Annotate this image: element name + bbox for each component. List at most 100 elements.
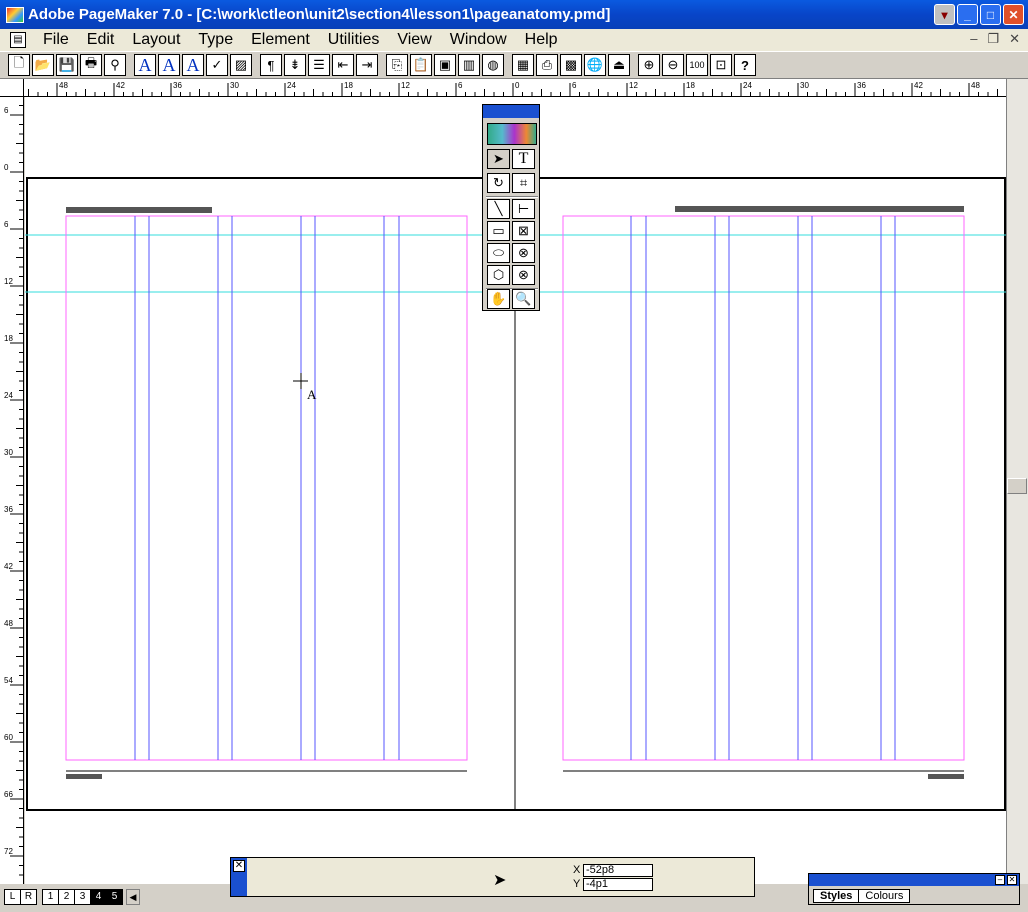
vertical-scroll-thumb[interactable] [1007,478,1027,494]
html-icon[interactable]: ▩ [560,54,582,76]
menu-window[interactable]: Window [441,31,516,49]
text-wrap-icon[interactable]: ⇟ [284,54,306,76]
paste-icon[interactable]: 📋 [410,54,432,76]
palette-close-icon[interactable]: ✕ [1007,875,1017,885]
fill-icon[interactable]: ▨ [230,54,252,76]
rectangle-frame-tool-icon[interactable]: ⊠ [512,221,535,241]
adobe-logo-icon[interactable] [487,123,537,145]
ruler-label: 24 [743,81,752,90]
ruler-label: 12 [4,277,13,286]
pointer-tool-icon[interactable]: ➤ [487,149,510,169]
ruler-label: 0 [4,163,9,172]
increase-indent-icon[interactable]: ⇥ [356,54,378,76]
palette-minimize-icon[interactable]: – [995,875,1005,885]
menu-type[interactable]: Type [189,31,242,49]
ruler-label: 42 [116,81,125,90]
tab-styles[interactable]: Styles [813,889,860,903]
zoom-out-icon[interactable]: ⊖ [662,54,684,76]
crop-tool-icon[interactable]: ⌗ [512,173,535,193]
page-icon-5[interactable]: 5 [106,889,123,905]
page-icon-4[interactable]: 4 [90,889,107,905]
font-icon[interactable]: A [134,54,156,76]
print-icon[interactable]: 🖶 [80,54,102,76]
menu-layout[interactable]: Layout [123,31,189,49]
menu-view[interactable]: View [388,31,440,49]
page-icon-2[interactable]: 2 [58,889,75,905]
menu-edit[interactable]: Edit [78,31,124,49]
horizontal-ruler[interactable]: 48 42 36 30 24 18 12 6 0 6 12 18 24 30 36 42 48 [24,79,1006,97]
ruler-label: 6 [458,81,463,90]
page-icon-1[interactable]: 1 [42,889,59,905]
rotate-tool-icon[interactable]: ↻ [487,173,510,193]
zoom-tool-icon[interactable]: 🔍 [512,289,535,309]
control-palette-close-icon[interactable]: ✕ [233,860,245,872]
ruler-label: 12 [401,81,410,90]
minimize-button[interactable]: _ [957,4,978,25]
actual-size-icon[interactable]: 100 [686,54,708,76]
ellipse-frame-tool-icon[interactable]: ⊗ [512,243,535,263]
polygon-tool-icon[interactable]: ⬡ [487,265,510,285]
document-icon[interactable]: ▤ [10,32,26,48]
zoom-in-icon[interactable]: ⊕ [638,54,660,76]
menu-help[interactable]: Help [516,31,567,49]
ruler-label: 36 [857,81,866,90]
save-icon[interactable]: 💾 [56,54,78,76]
toolbox-titlebar[interactable] [483,105,539,118]
ruler-label: 30 [4,448,13,457]
globe-icon[interactable]: 🌐 [584,54,606,76]
doc-close-icon[interactable]: ✕ [1009,31,1020,47]
constrained-line-tool-icon[interactable]: ⊢ [512,199,535,219]
doc-restore-icon[interactable]: ❐ [987,31,999,47]
polygon-frame-tool-icon[interactable]: ⊗ [512,265,535,285]
x-position-field[interactable]: -52p8 [583,864,653,877]
page-icon-3[interactable]: 3 [74,889,91,905]
menu-file[interactable]: File [34,31,78,49]
open-folder-icon[interactable]: 📂 [32,54,54,76]
find-binoculars-icon[interactable]: ⚲ [104,54,126,76]
copy-icon[interactable]: ⎘ [386,54,408,76]
increase-size-icon[interactable]: A [158,54,180,76]
maximize-button[interactable]: □ [980,4,1001,25]
pagemaker-app-icon[interactable] [6,6,24,23]
help-icon[interactable]: ? [734,54,756,76]
doc-minimize-icon[interactable]: – [970,31,977,47]
text-tool-icon[interactable]: T [512,149,535,169]
ruler-label: 42 [4,562,13,571]
ruler-label: 72 [4,847,13,856]
master-page-left[interactable]: L [4,889,21,905]
tab-colours[interactable]: Colours [858,889,911,903]
menu-element[interactable]: Element [242,31,319,49]
styles-palette-titlebar[interactable]: – ✕ [809,874,1019,886]
fit-window-icon[interactable]: ⊡ [710,54,732,76]
scroll-left-arrow-icon[interactable]: ◀ [126,889,140,905]
y-position-field[interactable]: -4p1 [583,878,653,891]
ruler-label: 36 [173,81,182,90]
new-document-icon[interactable]: 🗋 [8,54,30,76]
pdf-icon[interactable]: ⏏ [608,54,630,76]
y-label: Y [573,878,581,890]
ruler-label: 18 [344,81,353,90]
paragraph-icon[interactable]: ¶ [260,54,282,76]
ruler-label: 24 [287,81,296,90]
rectangle-tool-icon[interactable]: ▭ [487,221,510,241]
export-icon[interactable]: ⎙ [536,54,558,76]
close-button[interactable]: ✕ [1003,4,1024,25]
frame-icon[interactable]: ▣ [434,54,456,76]
hand-tool-icon[interactable]: ✋ [487,289,510,309]
vertical-ruler[interactable]: 6 0 6 12 18 24 30 36 42 48 54 60 66 72 [0,97,24,884]
ruler-zero-point[interactable] [0,79,24,97]
line-tool-icon[interactable]: ╲ [487,199,510,219]
control-palette: ✕ ➤ X -52p8 Y -4p1 [230,857,755,897]
system-menu-icon[interactable]: ▾ [934,4,955,25]
place-image-icon[interactable]: ▦ [512,54,534,76]
title-bar: Adobe PageMaker 7.0 - [C:\work\ctleon\un… [0,0,1028,29]
decrease-size-icon[interactable]: A [182,54,204,76]
group-icon[interactable]: ▥ [458,54,480,76]
master-page-right[interactable]: R [20,889,37,905]
decrease-indent-icon[interactable]: ⇤ [332,54,354,76]
bullets-icon[interactable]: ☰ [308,54,330,76]
spell-check-icon[interactable]: ✓ [206,54,228,76]
mask-icon[interactable]: ◍ [482,54,504,76]
ellipse-tool-icon[interactable]: ⬭ [487,243,510,263]
menu-utilities[interactable]: Utilities [319,31,389,49]
